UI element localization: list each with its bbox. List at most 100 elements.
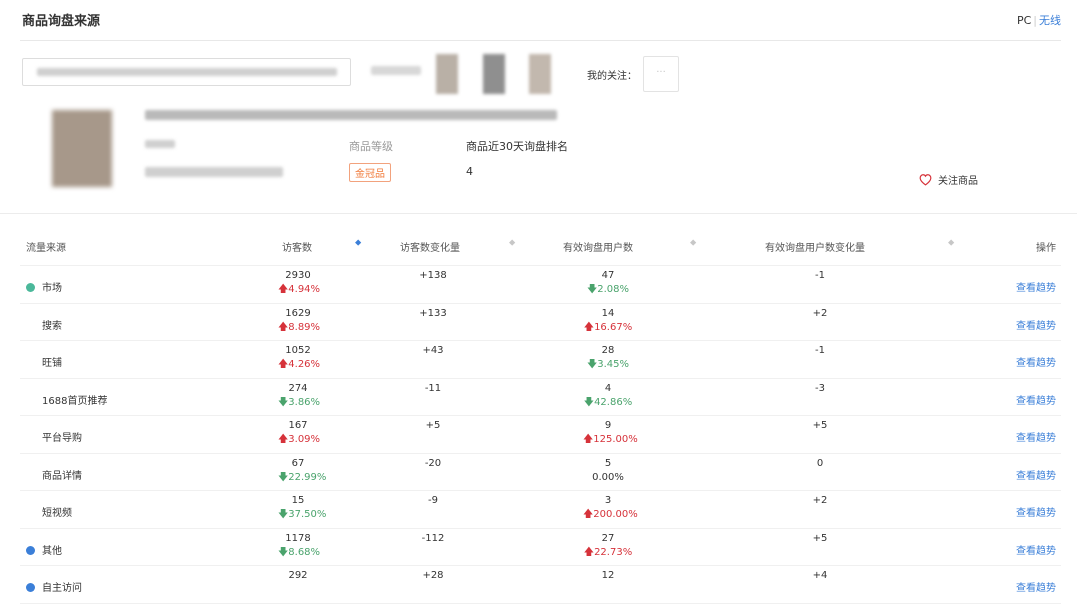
header-visitors: 访客数 (282, 243, 312, 254)
table-row: 旺铺 1052 🡅4.26% +43 28 🡇3.45% -1 查看趋势 (20, 341, 1061, 379)
product-search-input[interactable] (22, 58, 351, 86)
view-trend-link[interactable]: 查看趋势 (1016, 317, 1056, 332)
source-name: 自主访问 (26, 579, 82, 594)
users-value: 3 (604, 495, 612, 506)
rank-label: 商品近30天询盘排名 (466, 140, 568, 153)
view-trend-link[interactable]: 查看趋势 (1016, 467, 1056, 482)
trend-arrow-icon: 🡅 (583, 321, 595, 333)
view-trend-link[interactable]: 查看趋势 (1016, 392, 1056, 407)
trend-arrow-icon: 🡇 (278, 396, 289, 408)
source-dot-icon (26, 583, 35, 592)
visitors-change-pct: 🡅4.94% (278, 284, 321, 295)
follow-more-button[interactable]: ··· (643, 56, 679, 92)
trend-arrow-icon: 🡇 (278, 546, 289, 558)
source-name: 旺铺 (42, 358, 62, 369)
platform-switch: PC | 无线 (1017, 12, 1061, 28)
visitors-change-pct: 🡇8.68% (278, 546, 321, 558)
source-name: 搜索 (42, 320, 62, 332)
product-image (52, 110, 112, 187)
users-value: 12 (601, 570, 615, 581)
visitors-value: 67 (291, 457, 305, 469)
table-row: 市场 2930 🡅4.94% +138 47 🡇2.08% -1 查看趋势 (20, 266, 1061, 304)
view-trend-link[interactable]: 查看趋势 (1016, 579, 1056, 594)
platform-separator: | (1033, 14, 1037, 27)
sort-visitors-change-icon[interactable]: ⬥ (509, 238, 515, 248)
users-change-pct: 🡅125.00% (583, 434, 638, 445)
source-name: 商品详情 (42, 470, 82, 482)
visitors-change-pct: 🡅8.89% (278, 321, 321, 333)
source-name: 其他 (26, 542, 62, 557)
follow-product-label: 关注商品 (938, 176, 978, 187)
visitors-change-pct: 🡇22.99% (278, 471, 327, 483)
visitors-change-value: -20 (424, 457, 442, 469)
followed-product-thumb[interactable] (529, 54, 551, 94)
view-trend-link[interactable]: 查看趋势 (1016, 429, 1056, 444)
view-trend-link[interactable]: 查看趋势 (1016, 279, 1056, 294)
follow-product-button[interactable]: 关注商品 (918, 172, 978, 187)
users-change-value: +4 (812, 570, 828, 581)
table-row: 1688首页推荐 274 🡇3.86% -11 4 🡇42.86% -3 查看趋势 (20, 379, 1061, 416)
source-name: 平台导购 (42, 433, 82, 444)
visitors-value: 1629 (285, 307, 311, 319)
sort-users-icon[interactable]: ⬥ (690, 238, 696, 248)
blurred-query-text (37, 68, 337, 76)
source-name: 市场 (26, 279, 62, 294)
trend-arrow-icon: 🡅 (583, 509, 594, 520)
visitors-value: 15 (291, 495, 305, 506)
view-trend-link[interactable]: 查看趋势 (1016, 542, 1056, 557)
users-value: 9 (604, 420, 612, 431)
source-dot-icon (26, 283, 35, 292)
visitors-change-value: -9 (428, 495, 438, 506)
users-change-pct: 🡅200.00% (583, 509, 638, 520)
users-change-value: -3 (815, 382, 825, 394)
view-trend-link[interactable]: 查看趋势 (1016, 354, 1056, 369)
sort-visitors-icon[interactable]: ⬥ (355, 238, 361, 248)
users-change-pct: 🡅22.73% (583, 546, 633, 558)
blurred-text (145, 140, 175, 148)
source-name: 1688首页推荐 (42, 395, 108, 407)
users-change-value: -1 (815, 270, 825, 281)
users-change-pct: 🡇42.86% (583, 396, 633, 408)
table-row: 搜索 1629 🡅8.89% +133 14 🡅16.67% +2 查看趋势 (20, 304, 1061, 341)
trend-arrow-icon: 🡇 (278, 471, 289, 483)
view-trend-link[interactable]: 查看趋势 (1016, 504, 1056, 519)
trend-arrow-icon: 🡅 (583, 546, 595, 558)
trend-arrow-icon: 🡇 (586, 359, 598, 370)
trend-arrow-icon: 🡅 (278, 284, 289, 295)
header-source: 流量来源 (26, 243, 66, 254)
trend-arrow-icon: 🡇 (586, 284, 598, 295)
trend-arrow-icon: 🡅 (583, 434, 594, 445)
visitors-value: 274 (288, 382, 308, 394)
sort-users-change-icon[interactable]: ⬥ (948, 238, 954, 248)
followed-product-thumb[interactable] (436, 54, 458, 94)
users-change-value: +5 (812, 420, 828, 431)
table-row: 自主访问 292 +28 12 +4 查看趋势 (20, 566, 1061, 604)
grade-badge: 金冠品 (349, 163, 391, 182)
header-users: 有效询盘用户数 (563, 243, 633, 254)
pc-tab[interactable]: PC (1017, 14, 1031, 27)
visitors-change-value: +28 (422, 570, 444, 581)
page-title: 商品询盘来源 (22, 14, 101, 29)
source-dot-icon (26, 545, 35, 555)
users-value: 47 (601, 270, 615, 281)
users-value: 4 (604, 382, 612, 394)
users-change-value: +2 (812, 495, 828, 506)
blurred-text (371, 66, 421, 75)
users-value: 27 (601, 532, 615, 544)
visitors-change-pct: 🡅4.26% (278, 359, 321, 370)
visitors-change-value: +138 (419, 270, 447, 281)
table-row: 平台导购 167 🡅3.09% +5 9 🡅125.00% +5 查看趋势 (20, 416, 1061, 454)
visitors-change-value: +43 (422, 345, 444, 356)
visitors-value: 167 (288, 420, 308, 431)
header-users-change: 有效询盘用户数变化量 (765, 243, 865, 254)
users-value: 14 (601, 307, 615, 319)
users-value: 5 (604, 457, 612, 469)
visitors-change-pct: 🡇37.50% (278, 509, 327, 520)
users-change-pct: 🡇2.08% (586, 284, 630, 295)
wireless-tab[interactable]: 无线 (1039, 14, 1061, 27)
followed-product-thumb[interactable] (483, 54, 505, 94)
users-change-value: -1 (815, 345, 825, 356)
users-change-value: 0 (816, 457, 824, 469)
header-action: 操作 (1036, 243, 1056, 254)
source-name: 短视频 (42, 508, 72, 519)
